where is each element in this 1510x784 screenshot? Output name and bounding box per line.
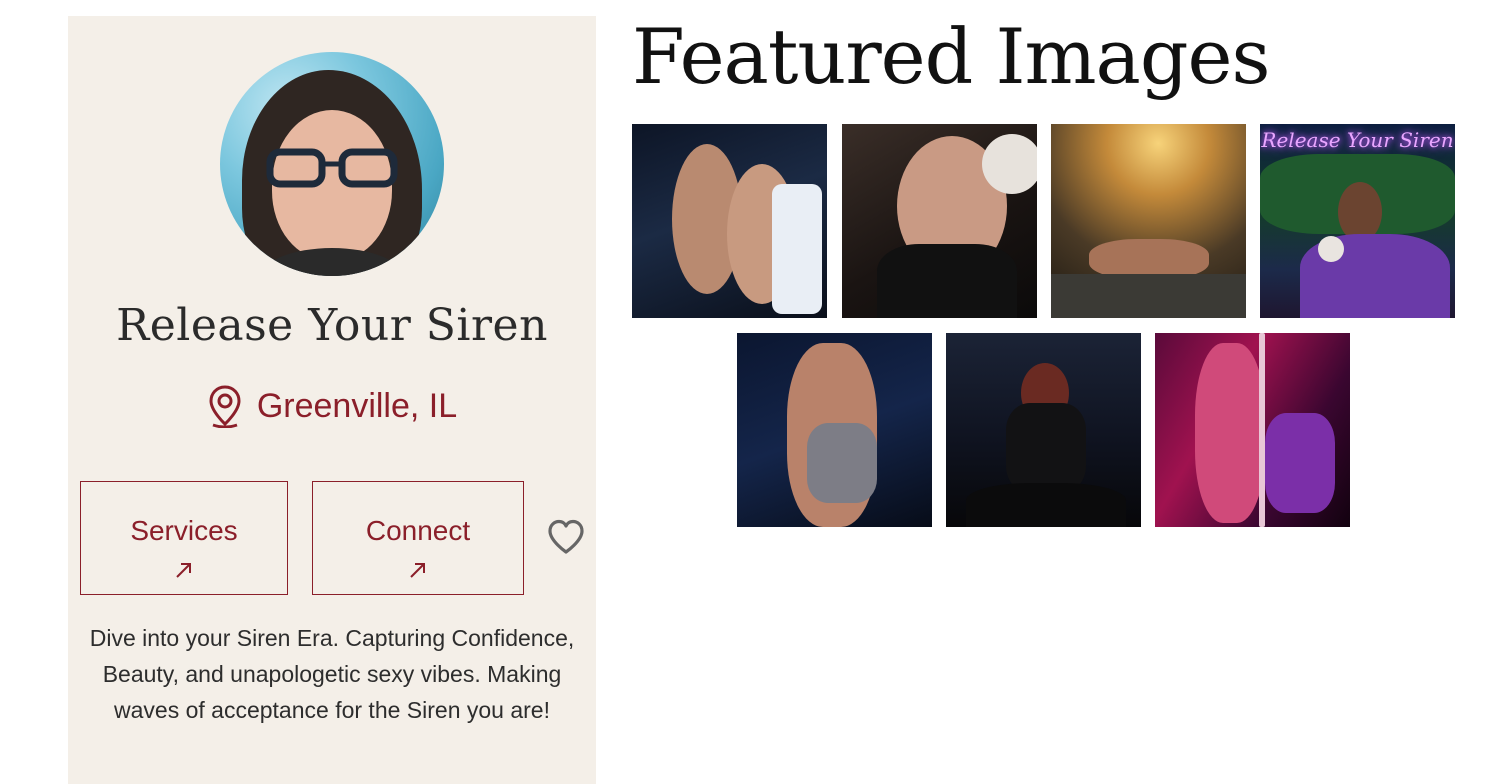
featured-image-5[interactable] xyxy=(737,333,932,527)
featured-image-2[interactable] xyxy=(842,124,1037,318)
avatar-glasses xyxy=(266,148,398,188)
arrow-up-right-icon xyxy=(410,563,425,578)
connect-button-label: Connect xyxy=(365,515,471,546)
profile-card: Release Your Siren Greenville, IL Servic… xyxy=(68,16,596,784)
featured-image-3[interactable] xyxy=(1051,124,1246,318)
services-button-label: Services xyxy=(130,515,238,546)
featured-image-4[interactable]: Release Your Siren xyxy=(1260,124,1455,318)
profile-name: Release Your Siren xyxy=(116,300,548,351)
heart-icon[interactable] xyxy=(546,518,586,556)
avatar xyxy=(220,52,444,276)
featured-image-7[interactable] xyxy=(1155,333,1350,527)
location: Greenville, IL xyxy=(68,384,596,428)
location-text: Greenville, IL xyxy=(256,386,458,425)
map-pin-icon xyxy=(209,385,241,428)
profile-description: Dive into your Siren Era. Capturing Conf… xyxy=(89,625,575,723)
featured-image-1[interactable] xyxy=(632,124,827,318)
connect-button[interactable]: Connect xyxy=(312,481,524,595)
services-button[interactable]: Services xyxy=(80,481,288,595)
arrow-up-right-icon xyxy=(176,563,191,578)
featured-images-title: Featured Images xyxy=(632,12,1270,101)
featured-image-6[interactable] xyxy=(946,333,1141,527)
neon-sign-text: Release Your Siren xyxy=(1261,128,1454,152)
